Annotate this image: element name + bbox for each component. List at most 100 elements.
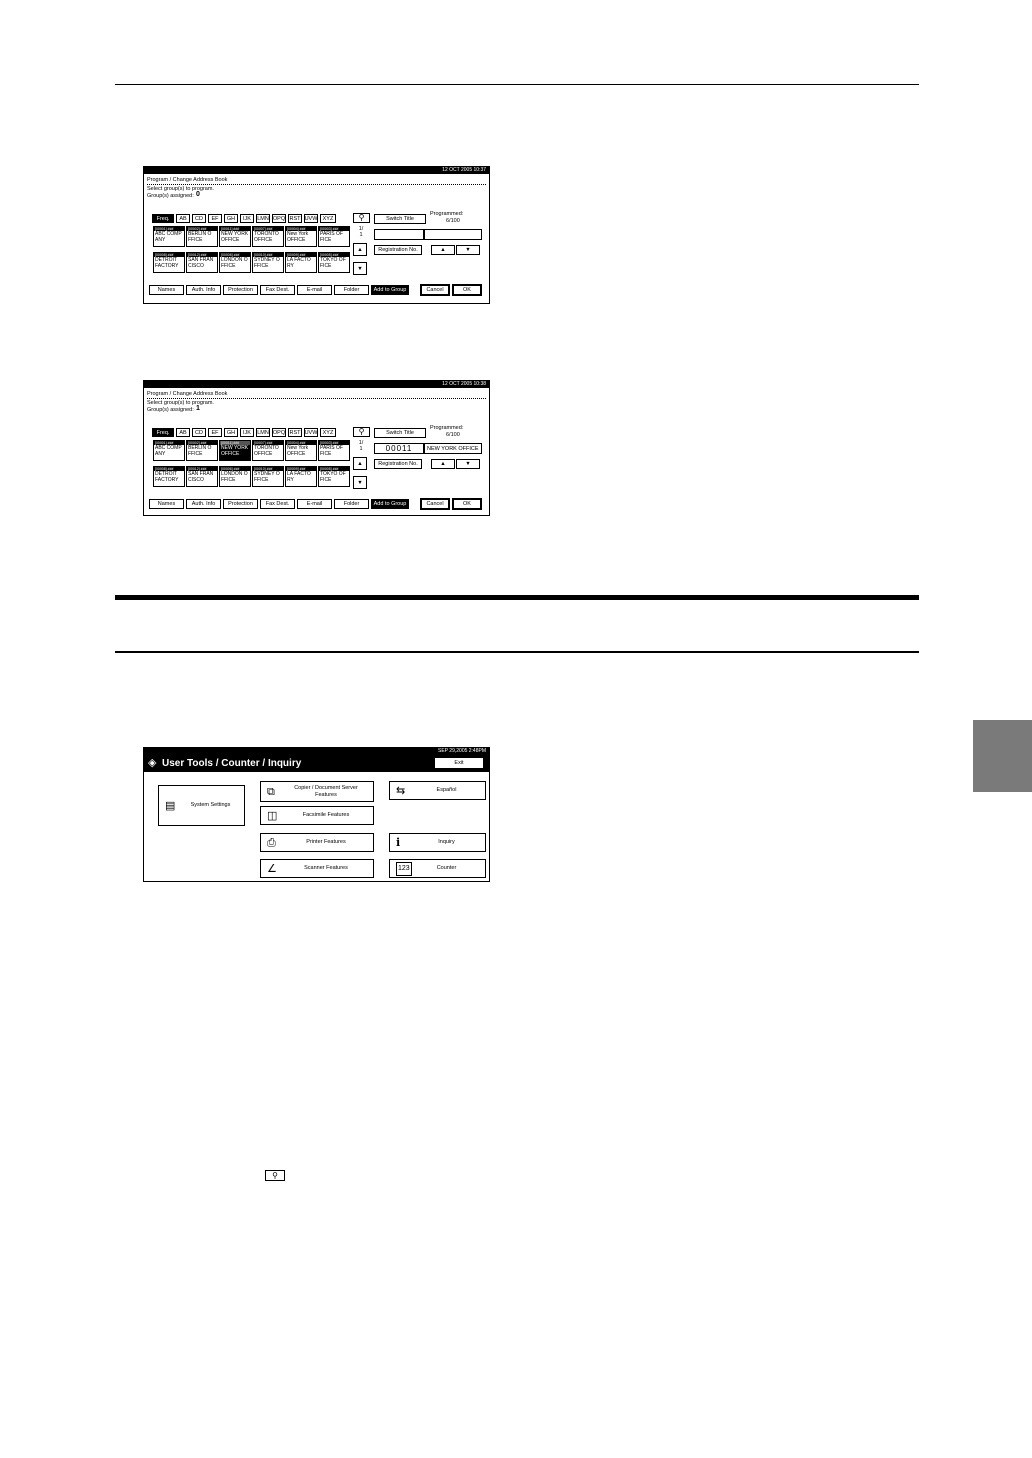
destination-key[interactable]: [00010] ### SYDNEY O FFICE [252, 252, 284, 273]
switch-title-button[interactable]: Switch Title [374, 214, 426, 224]
tab-xyz[interactable]: XYZ [320, 428, 336, 437]
destination-key[interactable]: [00011] ### NEW YORK OFFICE [219, 226, 251, 247]
scroll-down-button[interactable]: ▼ [353, 262, 367, 275]
destination-key[interactable]: [00005] ### TOKYO OF FICE [318, 466, 350, 487]
ok-button[interactable]: OK [452, 284, 482, 296]
destination-name-line: RY [287, 477, 294, 483]
destination-key[interactable]: [00010] ### SYDNEY O FFICE [252, 466, 284, 487]
language-button[interactable]: ⇆ Español [389, 781, 486, 800]
info-icon: i [396, 835, 401, 849]
programmed-count: 6/100 [446, 432, 460, 438]
scanner-features-button[interactable]: ∠ Scanner Features [260, 859, 374, 878]
bottom-tab-auth-info[interactable]: Auth. Info [186, 285, 221, 295]
tab-lmn[interactable]: LMN [256, 428, 270, 437]
bottom-tab-add-to-group[interactable]: Add to Group [371, 499, 409, 509]
destination-key[interactable]: [00012] ### SAN FRAN CISCO [186, 466, 218, 487]
bottom-tab-names[interactable]: Names [149, 499, 184, 509]
tab-lmn[interactable]: LMN [256, 214, 270, 223]
tab-opq[interactable]: OPQ [272, 428, 286, 437]
tab-ijk[interactable]: IJK [240, 214, 254, 223]
tab-xyz[interactable]: XYZ [320, 214, 336, 223]
destination-key[interactable]: [00005] ### TOKYO OF FICE [318, 252, 350, 273]
destination-key[interactable]: [00004] ### New York OFFICE [285, 226, 317, 247]
destination-key[interactable]: [00009] ### LA FACTO RY [285, 252, 317, 273]
scroll-up-button[interactable]: ▲ [353, 457, 367, 470]
search-icon: ⚲ [358, 213, 365, 222]
destination-key[interactable]: [00012] ### SAN FRAN CISCO [186, 252, 218, 273]
scroll-up-button[interactable]: ▲ [353, 243, 367, 256]
facsimile-features-button[interactable]: ◫ Facsimile Features [260, 806, 374, 825]
ok-button[interactable]: OK [452, 498, 482, 510]
registration-down-button[interactable]: ▼ [456, 459, 480, 469]
tab-cd[interactable]: CD [192, 428, 206, 437]
registration-up-button[interactable]: ▲ [431, 245, 455, 255]
destination-name-line: CISCO [188, 263, 204, 269]
tab-opq[interactable]: OPQ [272, 214, 286, 223]
registration-no-button[interactable]: Registration No. [374, 459, 422, 469]
bottom-tab-auth-info[interactable]: Auth. Info [186, 499, 221, 509]
system-settings-button[interactable]: ▤ System Settings [158, 785, 245, 826]
arrow-up-icon: ▲ [357, 246, 363, 253]
section-rule-bottom [115, 651, 919, 653]
scroll-down-button[interactable]: ▼ [353, 476, 367, 489]
destination-key[interactable]: [00003] ### PARIS OF FICE [318, 226, 350, 247]
search-button[interactable]: ⚲ [353, 427, 370, 437]
registration-down-button[interactable]: ▼ [456, 245, 480, 255]
destination-key[interactable]: [00011] ### NEW YORK OFFICE [219, 440, 251, 461]
bottom-tab-protection[interactable]: Protection [223, 499, 258, 509]
destination-key[interactable]: [00008] ### DETROIT FACTORY [153, 252, 185, 273]
bottom-tab-protection[interactable]: Protection [223, 285, 258, 295]
counter-button[interactable]: 123 Counter [389, 859, 486, 878]
tab-freq[interactable]: Freq. [152, 214, 174, 223]
tab-ab[interactable]: AB [176, 214, 190, 223]
search-button[interactable]: ⚲ [353, 213, 370, 223]
cancel-button[interactable]: Cancel [420, 284, 450, 296]
destination-key[interactable]: [00007] ### TORONTO OFFICE [252, 440, 284, 461]
destination-key[interactable]: [00003] ### PARIS OF FICE [318, 440, 350, 461]
destination-key[interactable]: [00001] ### ABC COMP ANY [153, 440, 185, 461]
selected-name-field: NEW YORK OFFICE [424, 443, 482, 454]
destination-key[interactable]: [00009] ### LA FACTO RY [285, 466, 317, 487]
destination-key[interactable]: [00001] ### ABC COMP ANY [153, 226, 185, 247]
registration-no-button[interactable]: Registration No. [374, 245, 422, 255]
tab-uvw[interactable]: UVW [304, 428, 318, 437]
switch-title-button[interactable]: Switch Title [374, 428, 426, 438]
tab-ef[interactable]: EF [208, 428, 222, 437]
bottom-tab-e-mail[interactable]: E-mail [297, 499, 332, 509]
user-tools-screen: SEP 29,2005 2:48PM ◈ User Tools / Counte… [143, 747, 490, 882]
tab-cd[interactable]: CD [192, 214, 206, 223]
bottom-tab-names[interactable]: Names [149, 285, 184, 295]
assigned-label: Group(s) assigned: [147, 407, 194, 413]
copier-features-button[interactable]: ⧉ Copier / Document Server Features [260, 781, 374, 802]
destination-key[interactable]: [00006] ### LONDON O FFICE [219, 466, 251, 487]
tab-gh[interactable]: GH [224, 214, 238, 223]
printer-features-button[interactable]: ⎙ Printer Features [260, 833, 374, 852]
tab-ab[interactable]: AB [176, 428, 190, 437]
header-rule [115, 84, 919, 85]
diamond-tools-icon: ◈ [148, 757, 157, 769]
tab-uvw[interactable]: UVW [304, 214, 318, 223]
destination-key[interactable]: [00007] ### TORONTO OFFICE [252, 226, 284, 247]
tab-freq[interactable]: Freq. [152, 428, 174, 437]
destination-key[interactable]: [00002] ### BERLIN O FFICE [186, 440, 218, 461]
bottom-tab-fax-dest-[interactable]: Fax Dest. [260, 499, 295, 509]
tab-gh[interactable]: GH [224, 428, 238, 437]
destination-key[interactable]: [00004] ### New York OFFICE [285, 440, 317, 461]
destination-key[interactable]: [00006] ### LONDON O FFICE [219, 252, 251, 273]
programmed-label: Programmed: [430, 425, 464, 431]
registration-up-button[interactable]: ▲ [431, 459, 455, 469]
tab-rst[interactable]: RST [288, 214, 302, 223]
tab-ijk[interactable]: IJK [240, 428, 254, 437]
bottom-tab-folder[interactable]: Folder [334, 499, 369, 509]
tab-ef[interactable]: EF [208, 214, 222, 223]
bottom-tab-fax-dest-[interactable]: Fax Dest. [260, 285, 295, 295]
tab-rst[interactable]: RST [288, 428, 302, 437]
cancel-button[interactable]: Cancel [420, 498, 450, 510]
inquiry-button[interactable]: i Inquiry [389, 833, 486, 852]
destination-key[interactable]: [00002] ### BERLIN O FFICE [186, 226, 218, 247]
bottom-tab-add-to-group[interactable]: Add to Group [371, 285, 409, 295]
exit-button[interactable]: Exit [435, 758, 483, 768]
destination-key[interactable]: [00008] ### DETROIT FACTORY [153, 466, 185, 487]
bottom-tab-folder[interactable]: Folder [334, 285, 369, 295]
bottom-tab-e-mail[interactable]: E-mail [297, 285, 332, 295]
